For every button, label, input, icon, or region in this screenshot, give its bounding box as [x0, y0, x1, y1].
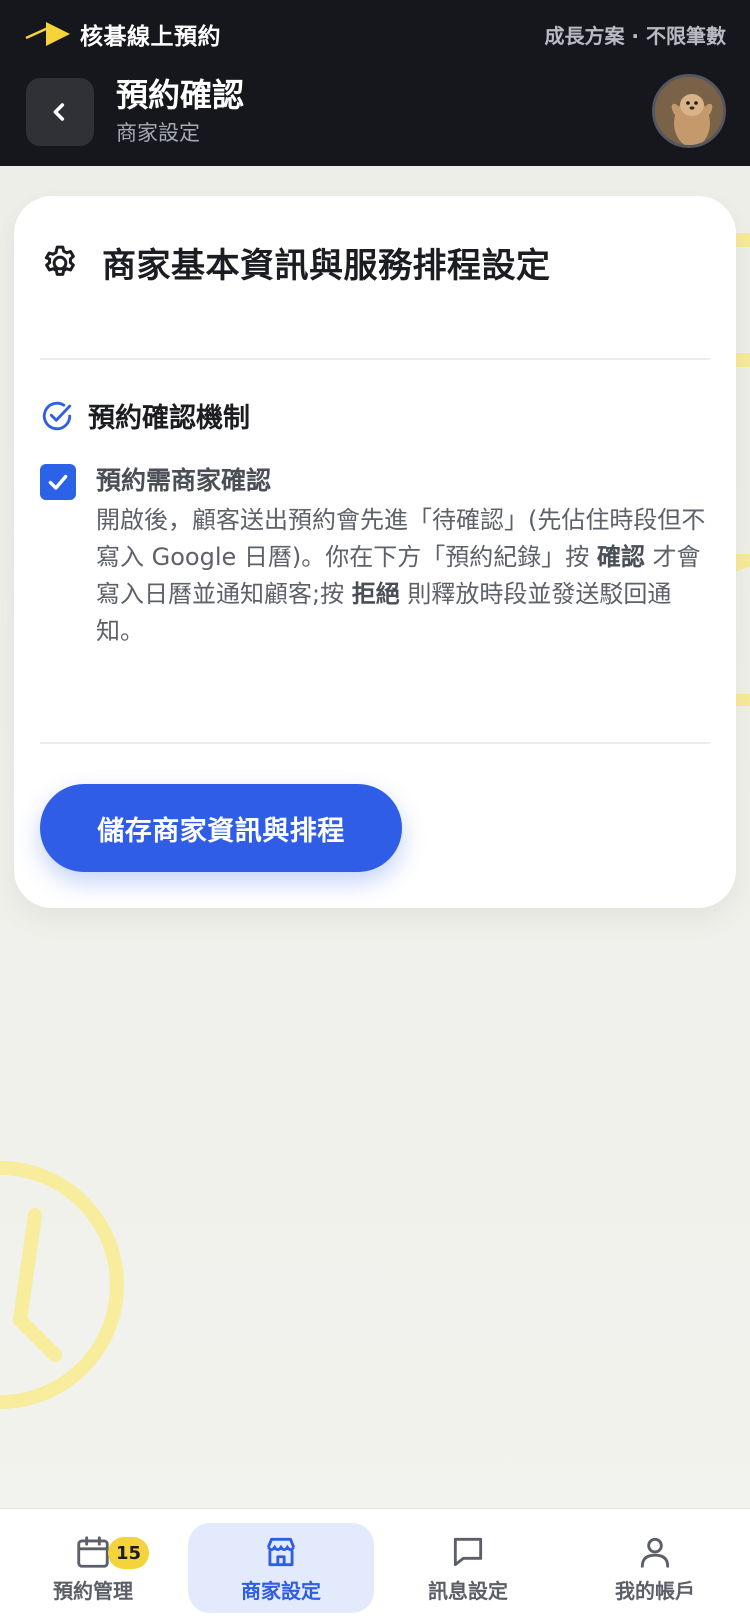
save-button[interactable]: 儲存商家資訊與排程 — [40, 784, 402, 872]
desc-confirm-keyword: 確認 — [596, 543, 645, 571]
chevron-left-icon — [53, 103, 65, 121]
user-icon — [640, 1537, 670, 1568]
plan-label: 成長方案 · 不限筆數 — [544, 23, 726, 48]
page: 核碁線上預約 成長方案 · 不限筆數 預約確認 商家設定 商家基本資訊與服務排程… — [0, 0, 750, 1624]
app-name: 核碁線上預約 — [80, 24, 221, 50]
divider-top — [40, 358, 710, 360]
decorative-clock-shape — [0, 1161, 124, 1409]
desc-reject-keyword: 拒絕 — [351, 580, 400, 608]
checkbox-description: 開啟後，顧客送出預約會先進「待確認」(先佔住時段但不寫入 Google 日曆)。… — [96, 502, 710, 650]
section-header: 預約確認機制 — [40, 396, 250, 435]
nav-item-message-settings[interactable]: 訊息設定 — [375, 1523, 561, 1613]
page-title: 預約確認 — [116, 76, 245, 114]
back-button[interactable] — [26, 78, 94, 146]
nav-label-merchant-settings: 商家設定 — [241, 1578, 321, 1603]
bottom-nav: 預約管理 15 商家設定 訊息設定 我的帳戶 — [0, 1508, 750, 1624]
card-title: 商家基本資訊與服務排程設定 — [102, 246, 551, 286]
require-confirm-checkbox[interactable] — [40, 464, 76, 500]
divider-bottom — [40, 742, 710, 744]
card-header: 商家基本資訊與服務排程設定 — [40, 238, 710, 287]
nav-item-bookings[interactable]: 預約管理 15 — [0, 1523, 186, 1613]
avatar[interactable] — [652, 74, 726, 148]
gear-icon — [44, 245, 75, 276]
bookings-count-badge: 15 — [108, 1537, 150, 1569]
nav-item-my-account[interactable]: 我的帳戶 — [562, 1523, 748, 1613]
section-title: 預約確認機制 — [88, 403, 250, 434]
settings-card: 商家基本資訊與服務排程設定 預約確認機制 預約需商家確認 開啟後，顧客送出預約會… — [14, 196, 736, 908]
avatar-image — [655, 77, 723, 145]
page-subtitle: 商家設定 — [116, 121, 200, 145]
brand: 核碁線上預約 — [24, 17, 221, 51]
nav-label-my-account: 我的帳戶 — [615, 1578, 695, 1603]
checkmark-icon — [48, 474, 68, 490]
message-icon — [453, 1537, 483, 1566]
brand-row: 核碁線上預約 成長方案 · 不限筆數 — [24, 14, 726, 54]
nav-label-bookings: 預約管理 — [53, 1578, 133, 1603]
store-icon — [267, 1537, 295, 1566]
nav-label-message-settings: 訊息設定 — [428, 1578, 508, 1603]
check-circle-icon — [42, 401, 72, 430]
brand-logo-icon — [25, 22, 70, 46]
checkbox-label: 預約需商家確認 — [96, 466, 272, 495]
nav-item-merchant-settings[interactable]: 商家設定 — [188, 1523, 374, 1613]
calendar-icon — [77, 1535, 109, 1568]
checkbox-text: 預約需商家確認 開啟後，顧客送出預約會先進「待確認」(先佔住時段但不寫入 Goo… — [96, 462, 710, 650]
top-header: 核碁線上預約 成長方案 · 不限筆數 預約確認 商家設定 — [0, 0, 750, 166]
title-block: 預約確認 商家設定 — [116, 74, 244, 148]
